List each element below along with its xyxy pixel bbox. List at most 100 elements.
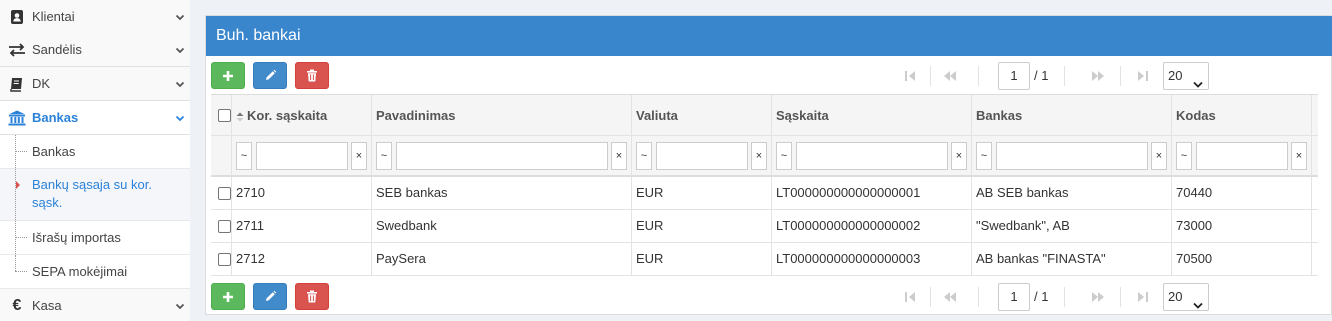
cell-kor-saskaita: 2711: [232, 210, 372, 242]
filter-clear-button[interactable]: ×: [751, 142, 767, 170]
cell-saskaita: LT000000000000000002: [772, 210, 972, 242]
tree-line: [15, 271, 27, 272]
column-header-kor-saskaita[interactable]: Kor. sąskaita: [232, 95, 372, 136]
first-page-icon[interactable]: [898, 285, 922, 309]
cell-bankas: AB bankas "FINASTA": [972, 243, 1172, 275]
delete-button[interactable]: [295, 62, 329, 89]
edit-button[interactable]: [253, 283, 287, 310]
filter-operator-button[interactable]: ~: [376, 142, 392, 170]
filter-kodas: ~ ×: [1172, 136, 1312, 176]
sort-icon: [236, 112, 244, 122]
first-page-icon[interactable]: [898, 64, 922, 88]
last-page-icon[interactable]: [1130, 64, 1154, 88]
sidebar-item-sandelis[interactable]: Sandėlis: [0, 33, 190, 67]
cell-bankas: "Swedbank", AB: [972, 210, 1172, 242]
filter-input[interactable]: [256, 142, 348, 170]
bank-accounts-panel: Buh. bankai 1 / 1 20 Kor. sąskaita Pavad…: [205, 15, 1332, 315]
filter-input[interactable]: [996, 142, 1148, 170]
trash-icon: [307, 290, 317, 303]
trash-icon: [307, 69, 317, 82]
row-checkbox[interactable]: [218, 220, 231, 233]
filter-saskaita: ~ ×: [772, 136, 972, 176]
delete-button[interactable]: [295, 283, 329, 310]
cell-saskaita: LT000000000000000003: [772, 243, 972, 275]
sidebar-subitem-sepa-mokejimai[interactable]: SEPA mokėjimai: [0, 255, 190, 289]
page-size-select[interactable]: 20: [1163, 283, 1209, 311]
filter-valiuta: ~ ×: [632, 136, 772, 176]
pager-divider: [930, 287, 931, 307]
sidebar-subitem-banku-sasaja[interactable]: Bankų sąsaja su kor. sąsk.: [0, 169, 190, 221]
cell-valiuta: EUR: [632, 243, 772, 275]
previous-page-icon[interactable]: [938, 64, 962, 88]
exchange-arrows-icon: [7, 42, 27, 57]
table-row[interactable]: 2712 PaySera EUR LT000000000000000003 AB…: [211, 243, 1318, 276]
tree-line: [15, 169, 16, 220]
column-header-label: Kor. sąskaita: [247, 108, 328, 123]
row-checkbox-cell: [211, 210, 232, 242]
cell-kodas: 70500: [1172, 243, 1312, 275]
filter-input[interactable]: [396, 142, 608, 170]
caret-right-icon: [16, 181, 20, 189]
sidebar-item-kasa[interactable]: € Kasa: [0, 289, 190, 321]
tree-line: [15, 237, 27, 238]
sidebar-subitem-bankas[interactable]: Bankas: [0, 135, 190, 169]
filter-operator-button[interactable]: ~: [976, 142, 992, 170]
filter-operator-button[interactable]: ~: [776, 142, 792, 170]
filter-operator-button[interactable]: ~: [636, 142, 652, 170]
row-checkbox[interactable]: [218, 253, 231, 266]
next-page-icon[interactable]: [1086, 285, 1110, 309]
edit-button[interactable]: [253, 62, 287, 89]
row-checkbox[interactable]: [218, 187, 231, 200]
previous-page-icon[interactable]: [938, 285, 962, 309]
table-row[interactable]: 2711 Swedbank EUR LT000000000000000002 "…: [211, 210, 1318, 243]
filter-clear-button[interactable]: ×: [1291, 142, 1307, 170]
sidebar-item-dk[interactable]: DK: [0, 67, 190, 101]
top-toolbar: 1 / 1 20: [206, 57, 1332, 95]
page-total: / 1: [1034, 68, 1049, 83]
plus-icon: [223, 70, 233, 81]
column-header-saskaita[interactable]: Sąskaita: [772, 95, 972, 136]
sidebar-subitem-label: SEPA mokėjimai: [32, 264, 128, 279]
column-header-kodas[interactable]: Kodas: [1172, 95, 1312, 136]
sidebar-item-label: Sandėlis: [32, 42, 82, 57]
cell-kor-saskaita: 2712: [232, 243, 372, 275]
pager-divider: [978, 287, 979, 307]
filter-clear-button[interactable]: ×: [1151, 142, 1167, 170]
page-size-select[interactable]: 20: [1163, 62, 1209, 90]
filter-clear-button[interactable]: ×: [611, 142, 627, 170]
filter-input[interactable]: [656, 142, 748, 170]
pager-divider: [1120, 287, 1121, 307]
page-size-value: 20: [1168, 68, 1183, 83]
header-checkbox-cell: [211, 95, 232, 136]
chevron-down-icon: [170, 45, 190, 55]
cell-pavadinimas: SEB bankas: [372, 177, 632, 209]
book-icon: [7, 76, 27, 92]
page-number-input[interactable]: 1: [998, 62, 1030, 90]
pager-divider: [1064, 287, 1065, 307]
column-header-pavadinimas[interactable]: Pavadinimas: [372, 95, 632, 136]
filter-input[interactable]: [1196, 142, 1288, 170]
sidebar-item-label: Kasa: [32, 298, 62, 313]
sidebar-subitem-israsu-importas[interactable]: Išrašų importas: [0, 221, 190, 255]
last-page-icon[interactable]: [1130, 285, 1154, 309]
page-number-input[interactable]: 1: [998, 283, 1030, 311]
filter-input[interactable]: [796, 142, 948, 170]
filter-operator-button[interactable]: ~: [236, 142, 252, 170]
column-header-bankas[interactable]: Bankas: [972, 95, 1172, 136]
next-page-icon[interactable]: [1086, 64, 1110, 88]
sidebar-item-bankas[interactable]: Bankas: [0, 101, 190, 135]
add-button[interactable]: [211, 62, 245, 89]
select-all-checkbox[interactable]: [218, 109, 231, 122]
column-header-valiuta[interactable]: Valiuta: [632, 95, 772, 136]
sidebar-item-label: Klientai: [32, 9, 75, 24]
table-row[interactable]: 2710 SEB bankas EUR LT000000000000000001…: [211, 177, 1318, 210]
filter-clear-button[interactable]: ×: [351, 142, 367, 170]
chevron-down-icon: [170, 79, 190, 89]
filter-clear-button[interactable]: ×: [951, 142, 967, 170]
filter-kor-saskaita: ~ ×: [232, 136, 372, 176]
filter-operator-button[interactable]: ~: [1176, 142, 1192, 170]
add-button[interactable]: [211, 283, 245, 310]
sidebar-item-klientai[interactable]: Klientai: [0, 0, 190, 34]
filter-pavadinimas: ~ ×: [372, 136, 632, 176]
row-checkbox-cell: [211, 177, 232, 209]
